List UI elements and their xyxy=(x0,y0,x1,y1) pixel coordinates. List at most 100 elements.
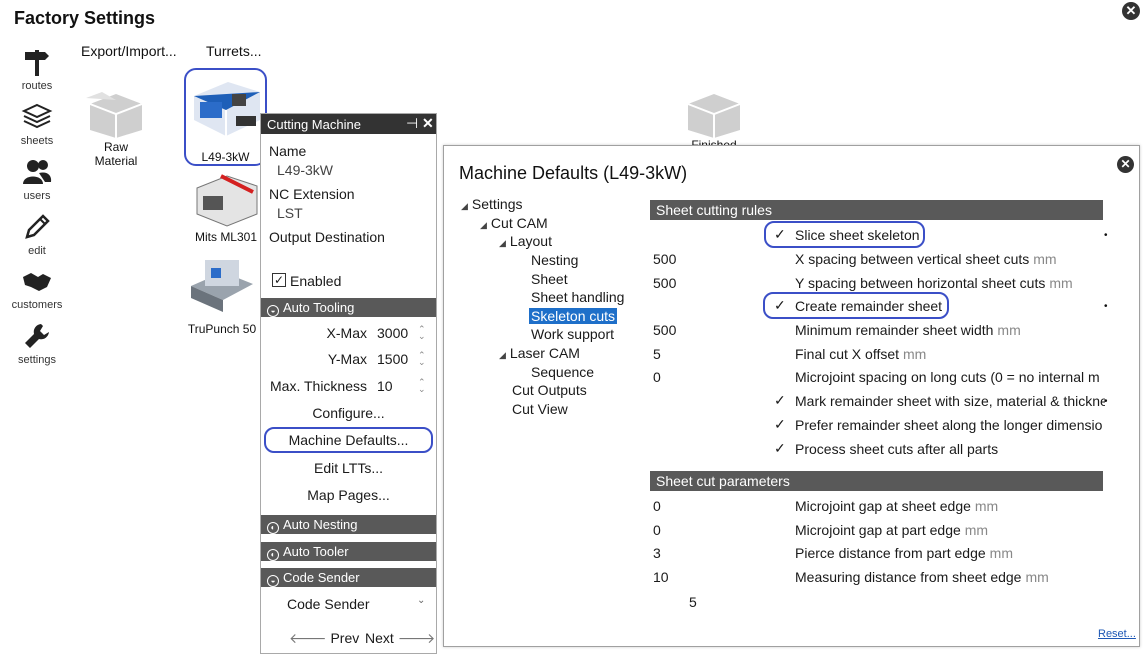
node-label: Mits ML301 xyxy=(194,230,258,244)
expander-icon[interactable]: ◢ xyxy=(499,350,506,360)
configure-button[interactable]: Configure... xyxy=(261,405,436,421)
code-sender-section[interactable]: ◒ Code Sender xyxy=(261,568,436,587)
rule-label: X spacing between vertical sheet cuts xyxy=(795,251,1030,267)
y-spacing-input[interactable]: 500 xyxy=(653,275,676,291)
tree-label: Sheet xyxy=(531,271,568,287)
next-button[interactable]: Next 🡒 xyxy=(365,630,435,647)
expand-icon: ◐ xyxy=(267,549,279,561)
map-pages-button[interactable]: Map Pages... xyxy=(261,487,436,503)
pin-icon[interactable]: ⊣ xyxy=(406,115,418,132)
gap-sheet-edge-input[interactable]: 0 xyxy=(653,498,661,514)
box-icon xyxy=(86,92,143,138)
export-import-link[interactable]: Export/Import... xyxy=(81,43,177,59)
min-remainder-input[interactable]: 500 xyxy=(653,322,676,338)
tree-item-skeleton-cuts[interactable]: Skeleton cuts xyxy=(529,308,618,324)
tree-item-cut-cam[interactable]: ◢ Cut CAM xyxy=(480,215,548,231)
spinner-icon[interactable]: ⌃ ⌄ xyxy=(418,378,426,394)
nav-sheets[interactable]: sheets xyxy=(6,101,68,147)
tree-item-layout[interactable]: ◢ Layout xyxy=(499,233,552,249)
max-thickness-label: Max. Thickness xyxy=(270,378,367,394)
extra-value[interactable]: 5 xyxy=(689,594,697,610)
rule-label: Y spacing between horizontal sheet cuts xyxy=(795,275,1046,291)
mits-node[interactable]: Mits ML301 xyxy=(190,170,262,244)
nav-edit[interactable]: edit xyxy=(6,211,68,257)
tree-item-work-support[interactable]: Work support xyxy=(531,326,614,342)
tree-item-sequence[interactable]: Sequence xyxy=(531,364,594,380)
tree-item-settings[interactable]: ◢ Settings xyxy=(461,196,523,212)
auto-tooler-section[interactable]: ◐ Auto Tooler xyxy=(261,542,436,561)
x-spacing-label: X spacing between vertical sheet cuts mm xyxy=(795,251,1057,267)
machine-defaults-button[interactable]: Machine Defaults... xyxy=(261,432,436,448)
tree-item-cut-outputs[interactable]: Cut Outputs xyxy=(512,382,587,398)
xmax-input[interactable]: 3000 xyxy=(377,325,408,341)
close-icon[interactable]: ✕ xyxy=(1122,2,1140,20)
tree-label: Cut Outputs xyxy=(512,382,587,398)
prefer-remainder-check[interactable]: ✓ xyxy=(774,416,786,433)
spinner-icon[interactable]: ⌃ ⌄ xyxy=(418,325,426,341)
spinner-icon[interactable]: ⌃ ⌄ xyxy=(418,351,426,367)
rule-label: Slice sheet skeleton xyxy=(795,227,920,243)
arrow-left-icon: 🡐 xyxy=(289,630,327,646)
close-icon[interactable]: ✕ xyxy=(422,115,434,132)
collapse-icon: ◒ xyxy=(267,305,279,317)
nav-settings[interactable]: settings xyxy=(6,320,68,366)
chevron-down-icon[interactable]: ⌄ xyxy=(417,595,425,606)
tree-item-laser-cam[interactable]: ◢ Laser CAM xyxy=(499,345,580,361)
reset-link[interactable]: Reset... xyxy=(1098,628,1136,640)
auto-nesting-section[interactable]: ◐ Auto Nesting xyxy=(261,515,436,534)
max-thickness-input[interactable]: 10 xyxy=(377,378,393,394)
output-destination-label: Output Destination xyxy=(269,229,385,245)
create-remainder-label: Create remainder sheet xyxy=(795,298,942,314)
tree-item-cut-view[interactable]: Cut View xyxy=(512,401,568,417)
trupunch-node[interactable]: TruPunch 50 xyxy=(186,252,258,336)
node-label: TruPunch 50 xyxy=(187,322,257,336)
enabled-checkbox[interactable]: ✓ xyxy=(272,273,286,287)
turrets-link[interactable]: Turrets... xyxy=(206,43,262,59)
measuring-distance-input[interactable]: 10 xyxy=(653,569,669,585)
tree-label: Sheet handling xyxy=(531,289,625,305)
final-cut-input[interactable]: 5 xyxy=(653,346,661,362)
xmax-label: X-Max xyxy=(326,325,367,341)
microjoint-spacing-input[interactable]: 0 xyxy=(653,369,661,385)
ymax-input[interactable]: 1500 xyxy=(377,351,408,367)
unit-label: mm xyxy=(1049,275,1073,291)
close-icon[interactable]: ✕ xyxy=(1117,156,1134,173)
nav-routes[interactable]: routes xyxy=(6,46,68,92)
finished-node[interactable]: Finished xyxy=(678,86,750,152)
mark-remainder-check[interactable]: ✓ xyxy=(774,392,786,409)
process-after-check[interactable]: ✓ xyxy=(774,440,786,457)
edit-ltts-button[interactable]: Edit LTTs... xyxy=(261,460,436,476)
rule-label: Microjoint spacing on long cuts (0 = no … xyxy=(795,369,1100,385)
tree-item-sheet-handling[interactable]: Sheet handling xyxy=(531,289,624,305)
pierce-distance-input[interactable]: 3 xyxy=(653,545,661,561)
tree-label: Cut View xyxy=(512,401,568,417)
x-spacing-input[interactable]: 500 xyxy=(653,251,676,267)
tree-item-sheet[interactable]: Sheet xyxy=(531,271,568,287)
expander-icon[interactable]: ◢ xyxy=(480,220,487,230)
nav-users[interactable]: users xyxy=(6,156,68,202)
auto-tooling-section[interactable]: ◒ Auto Tooling xyxy=(261,298,436,317)
tree-label: Skeleton cuts xyxy=(529,308,618,324)
signpost-icon xyxy=(25,50,49,76)
code-sender-select[interactable]: Code Sender xyxy=(287,596,370,612)
raw-material-node[interactable]: Raw Material xyxy=(80,86,152,168)
gap-part-edge-input[interactable]: 0 xyxy=(653,522,661,538)
expander-icon[interactable]: ◢ xyxy=(499,238,506,248)
create-remainder-check[interactable]: ✓ xyxy=(774,297,786,314)
nav-label: settings xyxy=(18,354,56,366)
prev-button[interactable]: 🡐 Prev xyxy=(289,630,359,647)
nc-extension-value[interactable]: LST xyxy=(277,205,303,221)
nav-label: sheets xyxy=(20,135,54,147)
tree-item-nesting[interactable]: Nesting xyxy=(531,252,578,268)
slice-skeleton-check[interactable]: ✓ xyxy=(774,226,786,243)
name-value[interactable]: L49-3kW xyxy=(277,162,333,178)
rule-label: Process sheet cuts after all parts xyxy=(795,441,999,457)
nav-customers[interactable]: customers xyxy=(6,265,68,311)
l49-3kw-node[interactable]: L49-3kW xyxy=(184,68,267,166)
rule-label: Create remainder sheet xyxy=(795,298,943,314)
dialog-title: Machine Defaults (L49-3kW) xyxy=(459,163,688,183)
expander-icon[interactable]: ◢ xyxy=(461,201,468,211)
y-spacing-label: Y spacing between horizontal sheet cuts m… xyxy=(795,275,1073,291)
section-label: Code Sender xyxy=(283,570,360,585)
tree-label: Settings xyxy=(471,196,523,212)
